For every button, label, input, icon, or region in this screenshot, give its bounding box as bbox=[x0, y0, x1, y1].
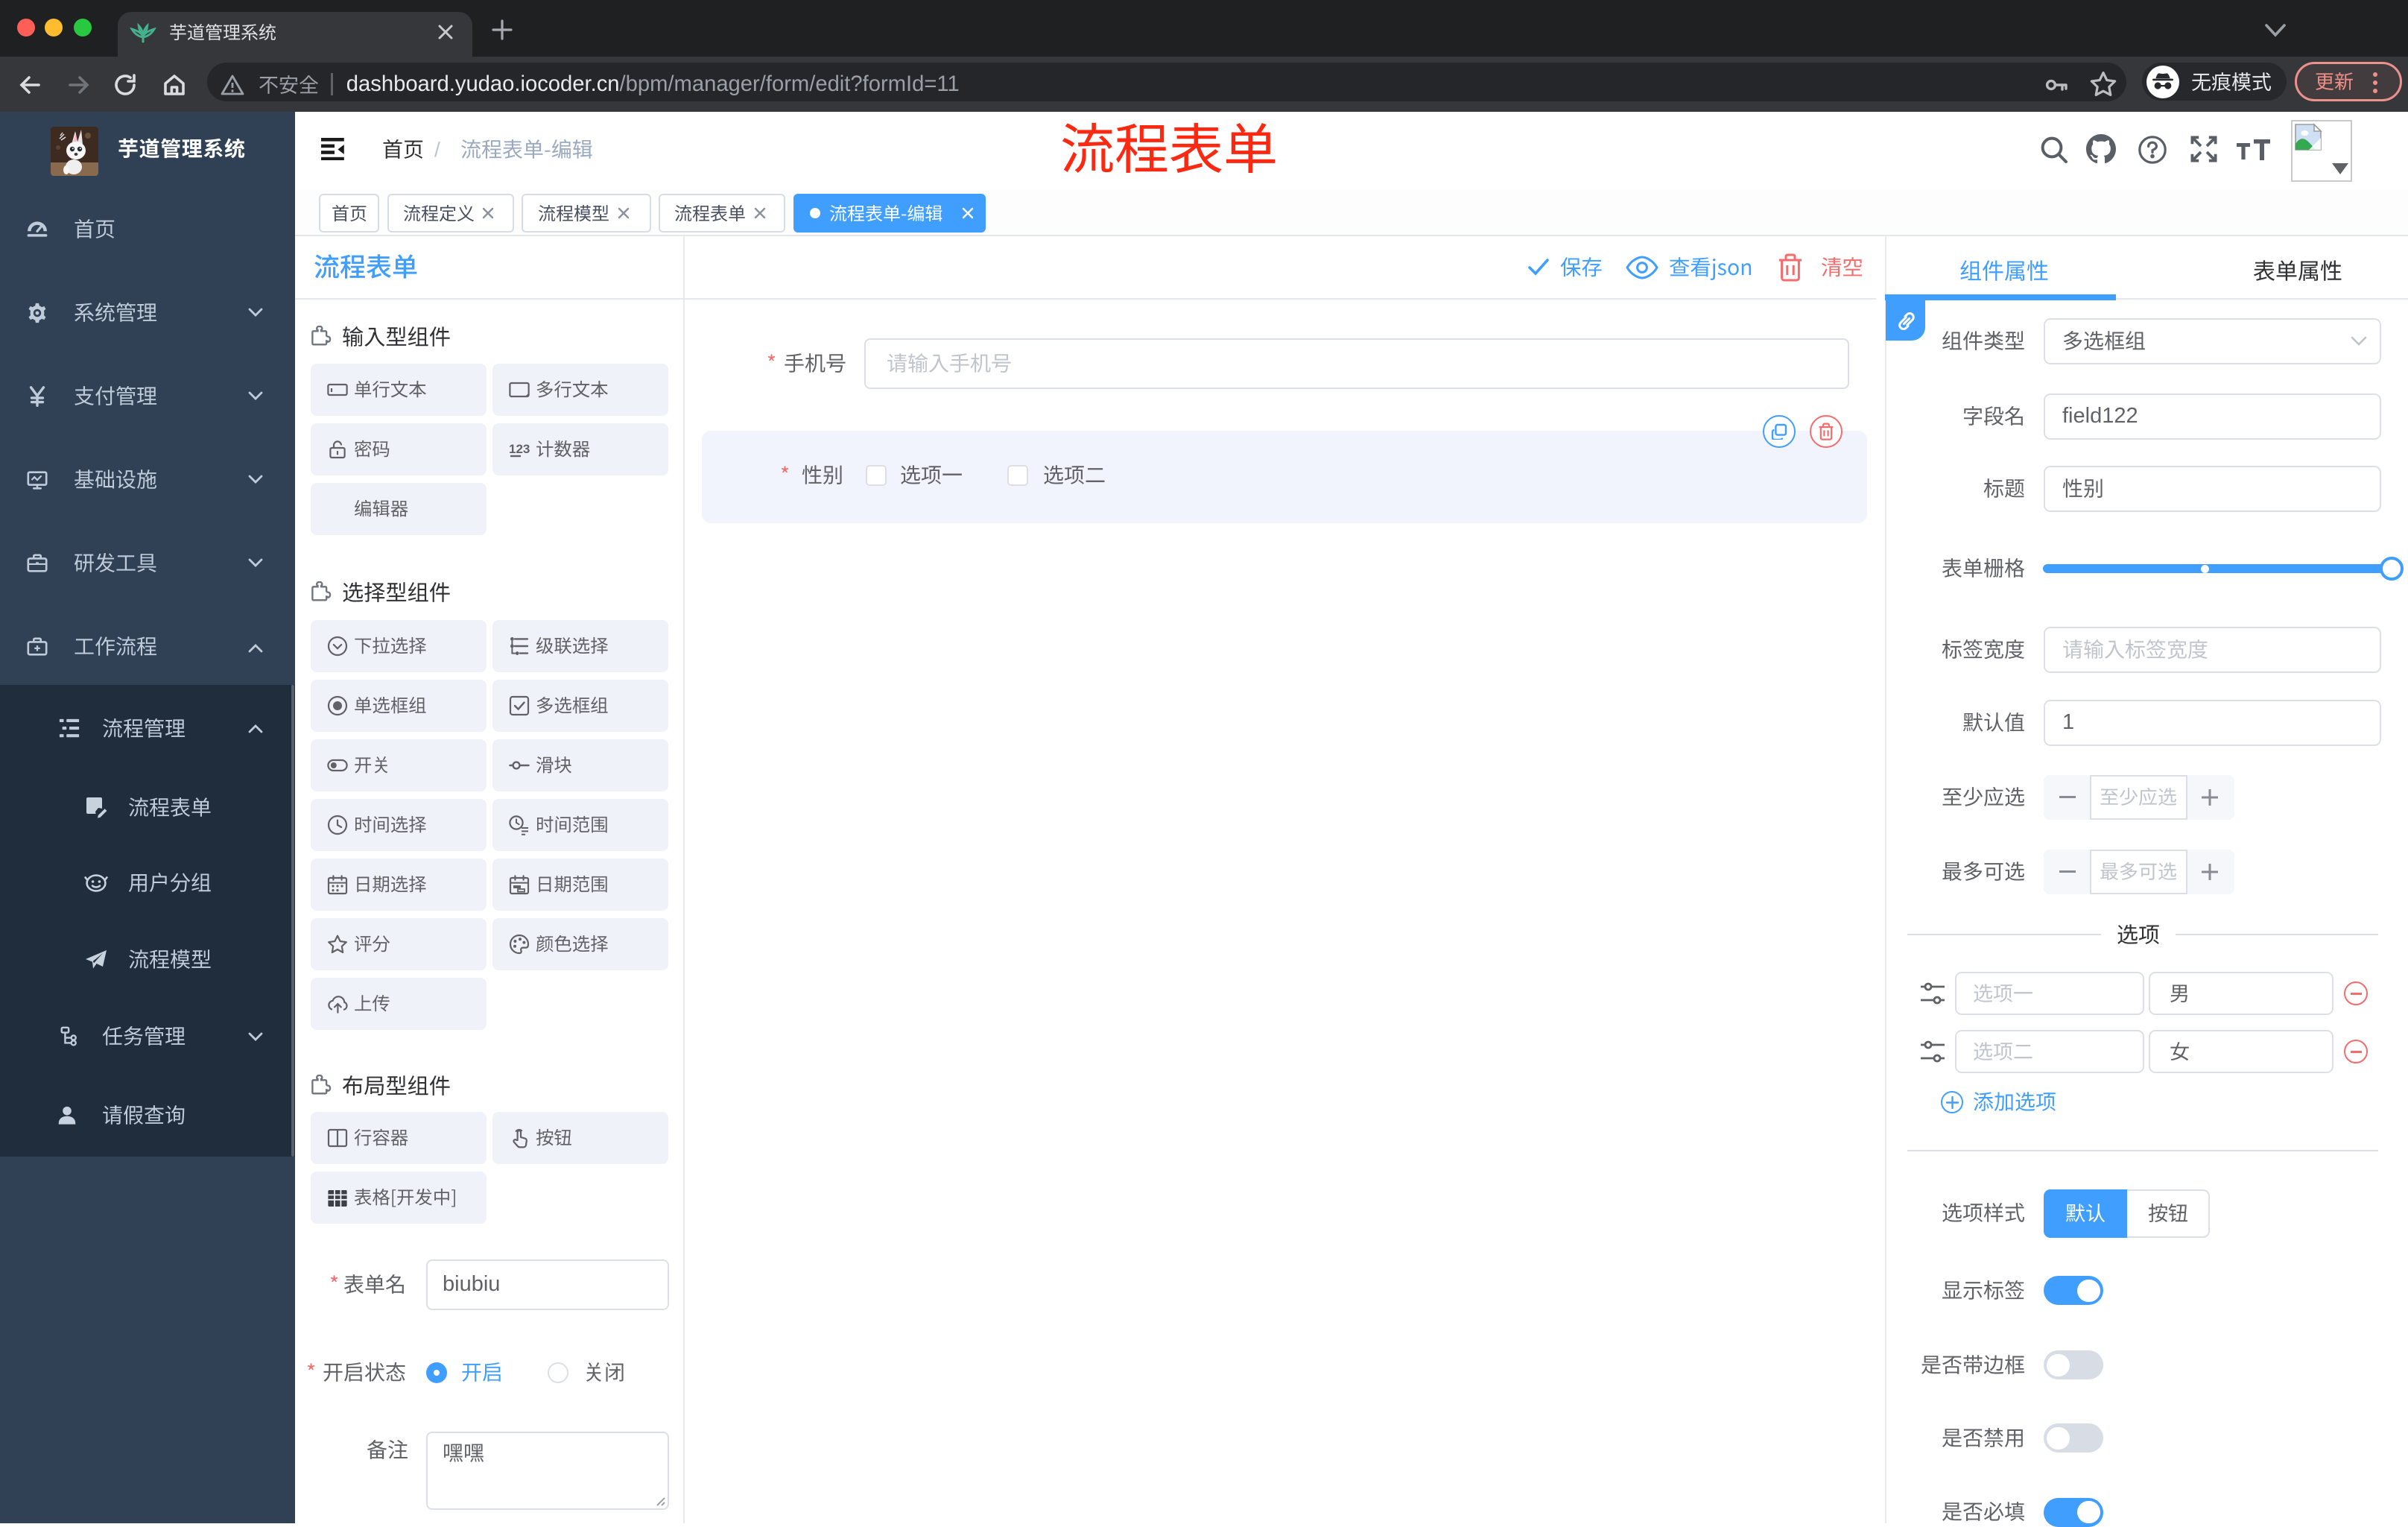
svg-text:123: 123 bbox=[509, 442, 530, 456]
